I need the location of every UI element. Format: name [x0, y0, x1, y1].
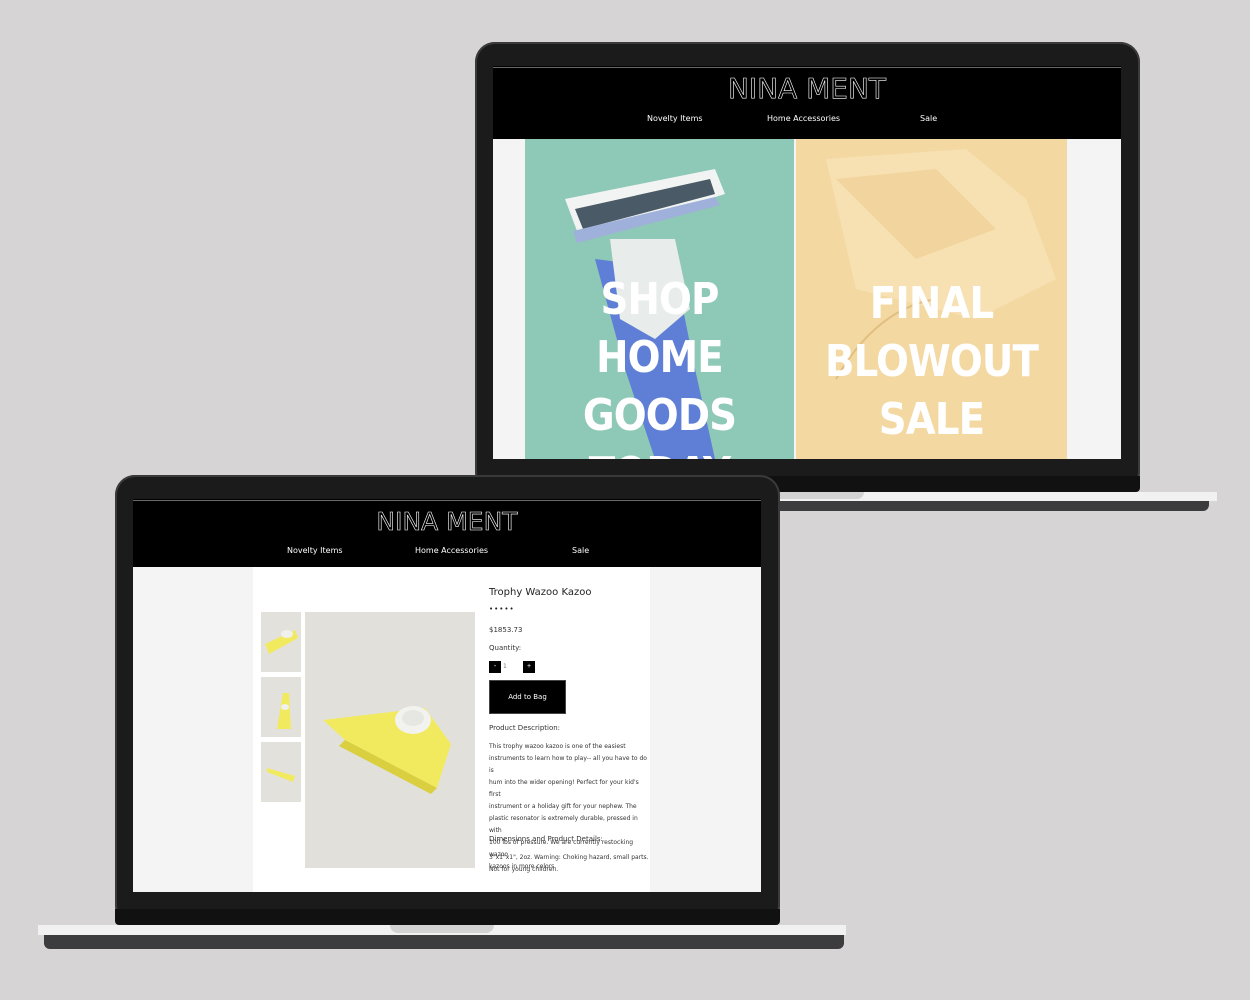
- product-thumbnail-2[interactable]: [261, 677, 301, 737]
- product-price: $1853.73: [489, 626, 523, 634]
- nav-sale[interactable]: Sale: [920, 114, 937, 123]
- product-page-content: Trophy Wazoo Kazoo ••••• $1853.73 Quanti…: [253, 567, 650, 892]
- product-rating: •••••: [489, 605, 515, 613]
- hero-tile-text: FINAL BLOWOUT SALE: [824, 278, 1039, 445]
- nav-novelty-items[interactable]: Novelty Items: [287, 546, 343, 555]
- product-thumbnail-1[interactable]: [261, 612, 301, 672]
- site-logo[interactable]: NINA MENT: [493, 72, 1121, 106]
- product-title: Trophy Wazoo Kazoo: [489, 587, 592, 598]
- hero-tile-final-blowout-sale[interactable]: FINAL BLOWOUT SALE: [796, 139, 1067, 459]
- add-to-bag-label: Add to Bag: [508, 693, 547, 701]
- site-header: NINA MENT Novelty Items Home Accessories…: [493, 66, 1121, 139]
- product-thumbnail-3[interactable]: [261, 742, 301, 802]
- product-main-image[interactable]: [305, 612, 475, 868]
- nav-sale[interactable]: Sale: [572, 546, 589, 555]
- hero-tile-shop-home-goods[interactable]: SHOP HOME GOODS TODAY: [525, 139, 794, 459]
- quantity-increase-button[interactable]: +: [523, 661, 535, 673]
- site-logo[interactable]: NINA MENT: [133, 507, 761, 537]
- quantity-label: Quantity:: [489, 644, 522, 652]
- dimensions-heading: Dimensions and Product Details:: [489, 835, 603, 843]
- site-header: NINA MENT Novelty Items Home Accessories…: [133, 499, 761, 567]
- front-laptop-screen: NINA MENT Novelty Items Home Accessories…: [133, 499, 761, 892]
- description-heading: Product Description:: [489, 724, 561, 732]
- back-laptop-screen: NINA MENT Novelty Items Home Accessories…: [493, 66, 1121, 459]
- quantity-decrease-button[interactable]: -: [489, 661, 501, 673]
- nav-novelty-items[interactable]: Novelty Items: [647, 114, 703, 123]
- nav-home-accessories[interactable]: Home Accessories: [415, 546, 488, 555]
- nav-home-accessories[interactable]: Home Accessories: [767, 114, 840, 123]
- hero-tile-text: SHOP HOME GOODS TODAY: [582, 274, 737, 459]
- quantity-input[interactable]: 1: [503, 661, 521, 673]
- product-dimensions: 3"x1"x1", 2oz. Warning: Choking hazard, …: [489, 854, 649, 873]
- add-to-bag-button[interactable]: Add to Bag: [489, 680, 566, 714]
